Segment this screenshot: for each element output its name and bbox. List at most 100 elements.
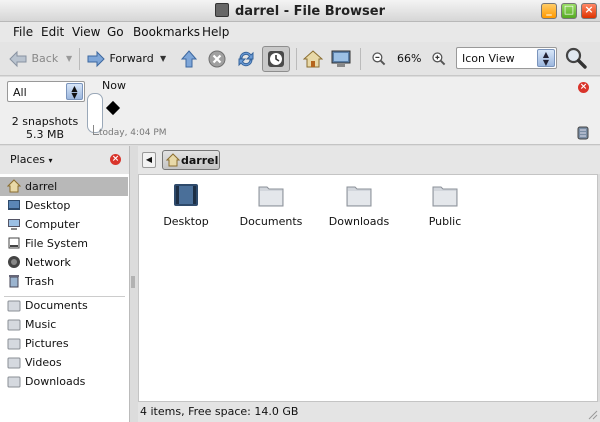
zoom-level: 66% — [397, 52, 422, 65]
sidebar-item-label: darrel — [25, 180, 58, 193]
sidebar: Places ▾ × darrel Desktop Computer File … — [0, 146, 130, 422]
close-sidebar-icon[interactable]: × — [110, 154, 121, 165]
zoom-in-button[interactable] — [431, 47, 447, 71]
chevron-left-icon: ◀ — [145, 155, 153, 164]
sidebar-item-desktop[interactable]: Desktop — [0, 196, 128, 215]
reload-icon — [238, 51, 254, 67]
status-text: 4 items, Free space: 14.0 GB — [140, 405, 299, 418]
file-item-label: Documents — [239, 215, 303, 228]
forward-history-dropdown[interactable]: ▼ — [160, 47, 166, 71]
sidebar-item-file-system[interactable]: File System — [0, 234, 128, 253]
sidebar-bookmark-pictures[interactable]: Pictures — [0, 334, 128, 353]
home-icon — [303, 50, 323, 68]
toolbar-separator — [296, 48, 297, 70]
sidebar-item-label: Network — [25, 256, 71, 269]
up-arrow-icon — [180, 50, 198, 68]
snapshot-filter-value: All — [13, 86, 27, 99]
close-snapshot-bar-icon[interactable]: × — [578, 82, 589, 93]
snapshot-filter-select[interactable]: All ▲ ▼ — [7, 81, 85, 102]
home-icon — [166, 153, 180, 167]
places-label: Places — [10, 153, 45, 166]
status-bar: 4 items, Free space: 14.0 GB — [138, 402, 600, 422]
search-button[interactable] — [564, 46, 588, 70]
menu-bookmarks[interactable]: Bookmarks — [133, 25, 200, 39]
maximize-icon: □ — [563, 3, 575, 16]
pane-resize-handle[interactable] — [131, 274, 136, 290]
desktop-folder-icon — [174, 184, 198, 206]
computer-button[interactable] — [331, 47, 351, 71]
file-item-label: Downloads — [328, 215, 390, 228]
menu-bar: File Edit View Go Bookmarks Help — [0, 22, 600, 42]
sidebar-item-label: Music — [25, 318, 57, 331]
back-history-dropdown[interactable]: ▼ — [66, 47, 72, 71]
sidebar-bookmark-downloads[interactable]: Downloads — [0, 372, 128, 391]
minimize-button[interactable]: _ — [541, 3, 557, 19]
sidebar-bookmark-music[interactable]: Music — [0, 315, 128, 334]
menu-edit[interactable]: Edit — [41, 25, 64, 39]
sidebar-bookmark-documents[interactable]: Documents — [0, 296, 128, 315]
folder-icon — [346, 186, 372, 207]
stop-button[interactable] — [207, 47, 227, 71]
menu-file[interactable]: File — [13, 25, 33, 39]
folder-icon — [7, 319, 21, 331]
file-item-documents[interactable]: Documents — [231, 183, 311, 228]
close-icon: × — [584, 3, 594, 16]
file-item-label: Public — [428, 215, 462, 228]
file-view: Desktop Documents Downloads Public — [138, 174, 598, 402]
folder-icon — [258, 186, 284, 207]
maximize-button[interactable]: □ — [561, 3, 577, 19]
up-button[interactable] — [179, 47, 199, 71]
sidebar-item-network[interactable]: Network — [0, 253, 128, 272]
close-window-button[interactable]: × — [581, 3, 597, 19]
zoom-in-icon — [432, 52, 446, 66]
grip-icon — [131, 276, 135, 288]
sidebar-bookmark-videos[interactable]: Videos — [0, 353, 128, 372]
view-mode-select[interactable]: Icon View ▲ ▼ — [456, 47, 557, 69]
resize-grip-icon[interactable] — [586, 408, 598, 420]
forward-button[interactable]: Forward — [86, 47, 154, 71]
file-item-desktop[interactable]: Desktop — [146, 183, 226, 228]
search-icon — [565, 47, 587, 69]
computer-icon — [331, 50, 351, 67]
storage-drive-icon[interactable] — [577, 126, 589, 140]
back-button[interactable]: Back — [8, 47, 58, 71]
chevron-down-icon: ▾ — [48, 156, 53, 165]
title-bar: darrel - File Browser _ □ × — [0, 0, 600, 22]
trash-icon — [9, 275, 19, 288]
clock-icon — [268, 51, 284, 67]
reload-button[interactable] — [236, 47, 256, 71]
toolbar-separator — [79, 48, 80, 70]
desktop-icon — [8, 200, 20, 210]
sidebar-item-label: Desktop — [25, 199, 71, 212]
home-button[interactable] — [303, 47, 323, 71]
snapshot-size: 5.3 MB — [25, 128, 65, 141]
sidebar-item-trash[interactable]: Trash — [0, 272, 128, 291]
window-title: darrel - File Browser — [0, 3, 600, 19]
menu-go[interactable]: Go — [107, 25, 124, 39]
folder-icon — [7, 338, 21, 350]
path-scroll-left-button[interactable]: ◀ — [142, 152, 156, 168]
chevron-updown-icon: ▲ ▼ — [66, 83, 83, 100]
toolbar-separator — [360, 48, 361, 70]
snapshot-history-toggle[interactable] — [262, 46, 290, 72]
window-title-text: darrel - File Browser — [235, 4, 385, 19]
current-snapshot-marker[interactable] — [105, 100, 121, 116]
file-item-downloads[interactable]: Downloads — [319, 183, 399, 228]
zoom-out-button[interactable] — [371, 47, 387, 71]
sidebar-item-darrel[interactable]: darrel — [0, 177, 128, 196]
zoom-out-icon — [372, 52, 386, 66]
places-dropdown[interactable]: Places ▾ — [10, 153, 53, 166]
folder-icon — [432, 186, 458, 207]
menu-help[interactable]: Help — [202, 25, 229, 39]
menu-view[interactable]: View — [72, 25, 100, 39]
sidebar-item-label: Pictures — [25, 337, 69, 350]
file-item-public[interactable]: Public — [405, 183, 485, 228]
path-button-darrel[interactable]: darrel — [162, 150, 220, 170]
sidebar-item-label: Documents — [25, 299, 88, 312]
snapshot-timestamp: today, 4:04 PM — [99, 128, 167, 138]
sidebar-item-label: Computer — [25, 218, 80, 231]
forward-arrow-icon — [87, 50, 105, 68]
sidebar-item-computer[interactable]: Computer — [0, 215, 128, 234]
sidebar-item-label: File System — [25, 237, 88, 250]
drive-icon — [8, 237, 20, 249]
